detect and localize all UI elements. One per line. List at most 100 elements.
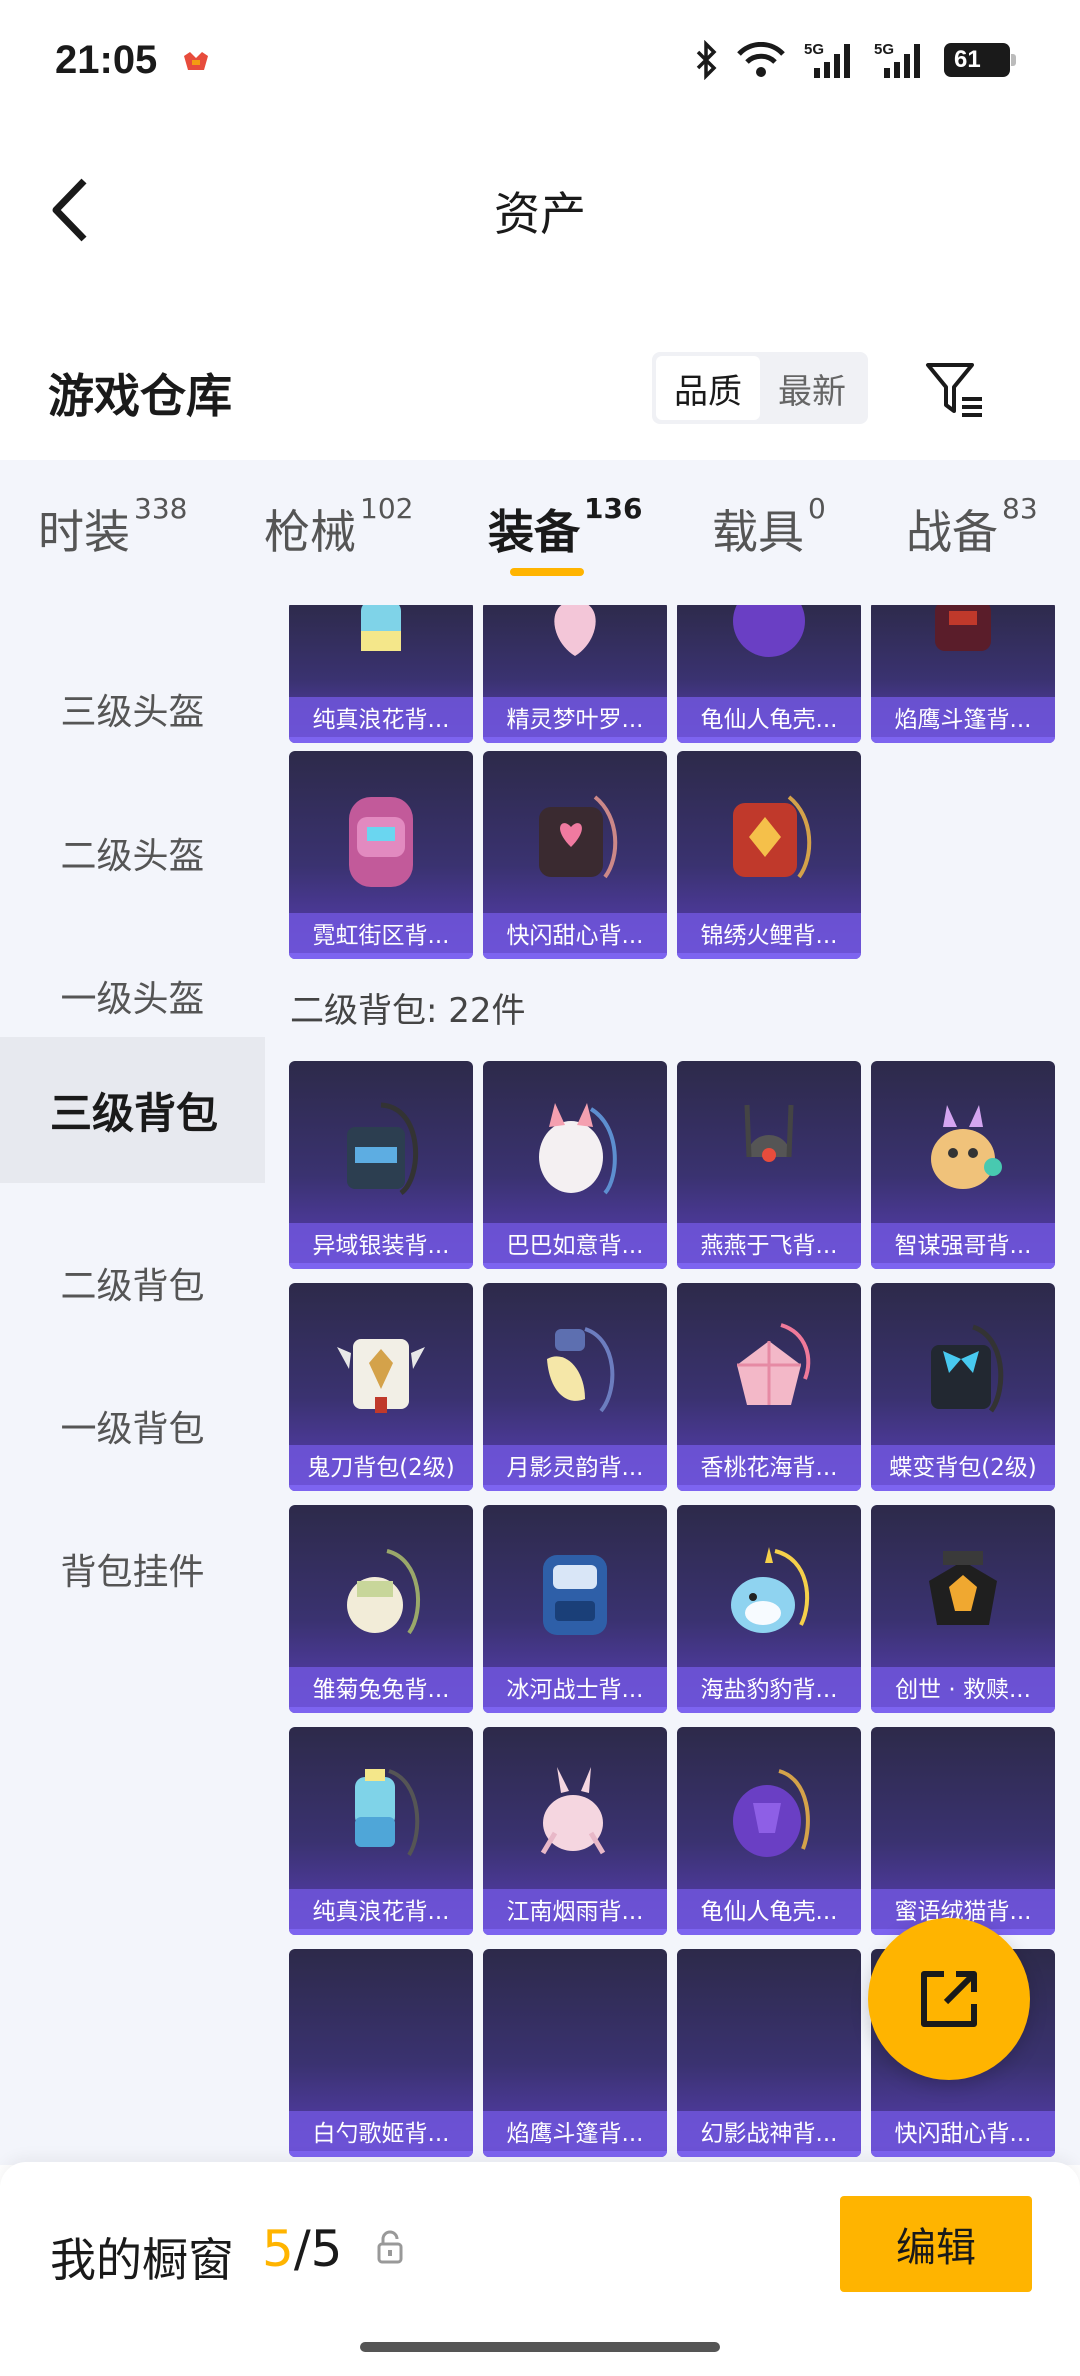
item-label: 快闪甜心背... bbox=[483, 913, 667, 953]
sidebar-item-helmet-2[interactable]: 二级头盔 bbox=[0, 785, 265, 921]
item-card[interactable]: 霓虹街区背... bbox=[289, 751, 473, 959]
item-card[interactable]: 精灵梦叶罗... bbox=[483, 605, 667, 743]
item-card[interactable]: 海盐豹豹背... bbox=[677, 1505, 861, 1713]
backpack-image bbox=[931, 1105, 1002, 1189]
backpack-image bbox=[547, 1327, 615, 1413]
sidebar-item-backpack-charm[interactable]: 背包挂件 bbox=[0, 1501, 265, 1637]
sidebar-item-helmet-3[interactable]: 三级头盔 bbox=[0, 641, 265, 777]
tab-vehicles[interactable]: 载具 0 bbox=[712, 492, 826, 562]
item-card[interactable]: 龟仙人龟壳... bbox=[677, 1727, 861, 1935]
warehouse-title: 游戏仓库 bbox=[48, 369, 232, 423]
backpack-image bbox=[733, 1769, 810, 1857]
backpack-image bbox=[731, 1547, 810, 1633]
showcase-count-separator: / bbox=[293, 2220, 311, 2278]
bottom-bar: 我的橱窗 5/5 编辑 bbox=[0, 2162, 1080, 2376]
edit-button[interactable]: 编辑 bbox=[840, 2196, 1032, 2292]
showcase-count-total: 5 bbox=[310, 2220, 343, 2278]
item-card[interactable]: 雏菊兔兔背... bbox=[289, 1505, 473, 1713]
item-card[interactable]: 蜜语绒猫背... bbox=[871, 1727, 1055, 1935]
item-card[interactable]: 香桃花海背... bbox=[677, 1283, 861, 1491]
item-label: 幻影战神背... bbox=[677, 2111, 861, 2151]
item-rarity-bar bbox=[871, 1263, 1055, 1269]
header: 资产 bbox=[0, 120, 1080, 290]
item-card[interactable]: 月影灵韵背... bbox=[483, 1283, 667, 1491]
sidebar-item-backpack-3[interactable]: 三级背包 bbox=[0, 1037, 265, 1183]
item-card[interactable]: 江南烟雨背... bbox=[483, 1727, 667, 1935]
item-card[interactable]: 幻影战神背... bbox=[677, 1949, 861, 2157]
sort-toggle: 品质 最新 bbox=[652, 352, 868, 424]
backpack-image bbox=[347, 1102, 419, 1196]
item-label: 锦绣火鲤背... bbox=[677, 913, 861, 953]
item-card[interactable]: 锦绣火鲤背... bbox=[677, 751, 861, 959]
game-app-icon bbox=[184, 52, 208, 70]
sidebar-item-backpack-1[interactable]: 一级背包 bbox=[0, 1358, 265, 1494]
item-card[interactable]: 龟仙人龟壳... bbox=[677, 605, 861, 743]
tab-equipment[interactable]: 装备 136 bbox=[488, 492, 642, 562]
backpack-image bbox=[361, 605, 401, 651]
item-label: 江南烟雨背... bbox=[483, 1889, 667, 1929]
backpack-image bbox=[540, 1767, 606, 1855]
item-card[interactable]: 焰鹰斗篷背... bbox=[871, 605, 1055, 743]
backpack-image bbox=[539, 1103, 617, 1195]
item-label: 巴巴如意背... bbox=[483, 1223, 667, 1263]
category-tabs: 时装 338 枪械 102 装备 136 载具 0 战备 83 bbox=[0, 460, 1080, 605]
section-title-backpack-2: 二级背包: 22件 bbox=[290, 991, 526, 1031]
item-label: 纯真浪花背... bbox=[289, 1889, 473, 1929]
item-card[interactable]: 智谋强哥背... bbox=[871, 1061, 1055, 1269]
item-rarity-bar bbox=[289, 737, 473, 743]
item-card[interactable]: 蝶变背包(2级) bbox=[871, 1283, 1055, 1491]
filter-button[interactable] bbox=[920, 355, 990, 425]
item-rarity-bar bbox=[677, 953, 861, 959]
sort-latest-button[interactable]: 最新 bbox=[760, 356, 864, 420]
item-label: 霓虹街区背... bbox=[289, 913, 473, 953]
item-rarity-bar bbox=[483, 737, 667, 743]
tab-label: 装备 bbox=[488, 505, 580, 559]
item-card[interactable]: 巴巴如意背... bbox=[483, 1061, 667, 1269]
item-card[interactable]: 异域银装背... bbox=[289, 1061, 473, 1269]
svg-text:5G: 5G bbox=[874, 41, 894, 58]
share-button[interactable] bbox=[868, 1918, 1030, 2080]
item-rarity-bar bbox=[289, 1707, 473, 1713]
sidebar: 三级头盔 二级头盔 一级头盔 三级背包 二级背包 一级背包 背包挂件 bbox=[0, 605, 265, 2165]
sort-quality-button[interactable]: 品质 bbox=[656, 356, 760, 420]
item-rarity-bar bbox=[677, 1707, 861, 1713]
item-rarity-bar bbox=[871, 1707, 1055, 1713]
sidebar-item-backpack-2[interactable]: 二级背包 bbox=[0, 1215, 265, 1351]
showcase-label: 我的橱窗 bbox=[50, 2233, 234, 2287]
battery-icon: 61 bbox=[944, 43, 1016, 77]
item-label: 燕燕于飞背... bbox=[677, 1223, 861, 1263]
item-rarity-bar bbox=[871, 1485, 1055, 1491]
item-rarity-bar bbox=[871, 737, 1055, 743]
wifi-icon bbox=[737, 42, 785, 77]
tab-count: 338 bbox=[134, 492, 188, 525]
tab-fashion[interactable]: 时装 338 bbox=[38, 492, 187, 562]
item-card[interactable]: 白勺歌姬背... bbox=[289, 1949, 473, 2157]
item-label: 纯真浪花背... bbox=[289, 697, 473, 737]
tab-supplies[interactable]: 战备 83 bbox=[906, 492, 1038, 562]
item-card[interactable]: 纯真浪花背... bbox=[289, 1727, 473, 1935]
item-card[interactable]: 冰河战士背... bbox=[483, 1505, 667, 1713]
tab-label: 载具 bbox=[712, 505, 804, 559]
item-label: 智谋强哥背... bbox=[871, 1223, 1055, 1263]
item-card[interactable]: 燕燕于飞背... bbox=[677, 1061, 861, 1269]
item-label: 创世 · 救赎... bbox=[871, 1667, 1055, 1707]
item-rarity-bar bbox=[483, 1707, 667, 1713]
item-label: 蝶变背包(2级) bbox=[871, 1445, 1055, 1485]
tab-weapons[interactable]: 枪械 102 bbox=[264, 492, 413, 562]
item-label: 焰鹰斗篷背... bbox=[483, 2111, 667, 2151]
lock-icon bbox=[377, 2230, 403, 2264]
backpack-image bbox=[337, 1339, 425, 1413]
item-card[interactable]: 快闪甜心背... bbox=[483, 751, 667, 959]
backpack-image bbox=[347, 1549, 421, 1635]
item-card[interactable]: 鬼刀背包(2级) bbox=[289, 1283, 473, 1491]
tab-label: 时装 bbox=[38, 505, 130, 559]
item-rarity-bar bbox=[677, 2151, 861, 2157]
item-card[interactable]: 纯真浪花背... bbox=[289, 605, 473, 743]
showcase-count-current: 5 bbox=[262, 2220, 294, 2278]
item-card[interactable]: 焰鹰斗篷背... bbox=[483, 1949, 667, 2157]
item-label: 香桃花海背... bbox=[677, 1445, 861, 1485]
item-rarity-bar bbox=[483, 1263, 667, 1269]
item-rarity-bar bbox=[483, 1485, 667, 1491]
backpack-image bbox=[935, 605, 991, 651]
item-card[interactable]: 创世 · 救赎... bbox=[871, 1505, 1055, 1713]
